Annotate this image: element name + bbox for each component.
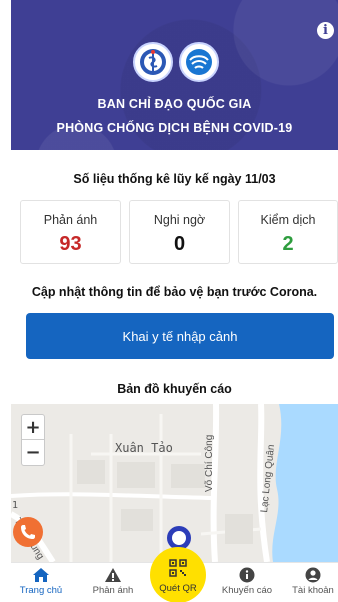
qr-code-icon: [169, 559, 187, 577]
stat-card-label: Phản ánh: [43, 213, 98, 227]
header-banner: i BAN CHỈ ĐẠO QUỐC GIA PHÒNG CHỐNG DỊCH …: [11, 0, 338, 150]
map-label-xuan-tao: Xuân Tảo: [115, 441, 173, 455]
stat-card-suspected[interactable]: Nghi ngờ 0: [129, 200, 230, 264]
stat-card-quarantine[interactable]: Kiểm dịch 2: [238, 200, 338, 264]
nav-report-label: Phản ánh: [92, 585, 134, 596]
map-label-vo-chi-cong: Võ Chí Công: [204, 434, 215, 492]
home-icon: [33, 568, 49, 582]
zoom-out-button[interactable]: −: [22, 440, 44, 465]
phone-icon: [21, 525, 35, 539]
stat-card-value: 0: [173, 233, 186, 255]
entry-health-declaration-button[interactable]: Khai y tế nhập cảnh: [26, 313, 334, 359]
nav-report[interactable]: Phản ánh: [83, 567, 143, 596]
map-label-number: 1: [12, 500, 19, 511]
stats-title: Số liệu thống kê lũy kế ngày 11/03: [73, 172, 276, 186]
zoom-in-button[interactable]: +: [22, 415, 44, 440]
header-title-line2: PHÒNG CHỐNG DỊCH BỆNH COVID-19: [56, 121, 293, 135]
stat-card-label: Nghi ngờ: [153, 213, 206, 227]
map-title: Bản đồ khuyến cáo: [117, 382, 232, 396]
nav-home[interactable]: Trang chủ: [11, 567, 71, 596]
info-icon: [239, 567, 255, 583]
stat-card-reports[interactable]: Phản ánh 93: [20, 200, 121, 264]
nav-advice-label: Khuyến cáo: [221, 585, 273, 596]
nav-account[interactable]: Tài khoản: [283, 567, 338, 596]
ministry-of-ict-logo: [179, 42, 219, 82]
nav-home-label: Trang chủ: [19, 585, 63, 596]
stat-card-value: 93: [59, 233, 82, 255]
scan-qr-button[interactable]: Quét QR: [150, 547, 206, 602]
call-hotline-button[interactable]: [13, 517, 43, 547]
user-icon: [305, 567, 321, 583]
nav-account-label: Tài khoản: [292, 585, 334, 596]
header-title-line1: BAN CHỈ ĐẠO QUỐC GIA: [97, 97, 252, 111]
stat-card-value: 2: [282, 233, 294, 255]
scan-qr-label: Quét QR: [159, 583, 197, 594]
nav-advice[interactable]: Khuyến cáo: [217, 567, 277, 596]
info-icon[interactable]: i: [317, 22, 334, 39]
logos: [133, 42, 219, 82]
warning-icon: [105, 568, 121, 582]
stat-card-label: Kiểm dịch: [260, 213, 316, 227]
map-zoom-control: + −: [21, 414, 45, 466]
ministry-of-health-logo: [133, 42, 173, 82]
update-info-text: Cập nhật thông tin để bảo vệ bạn trước C…: [31, 285, 318, 299]
